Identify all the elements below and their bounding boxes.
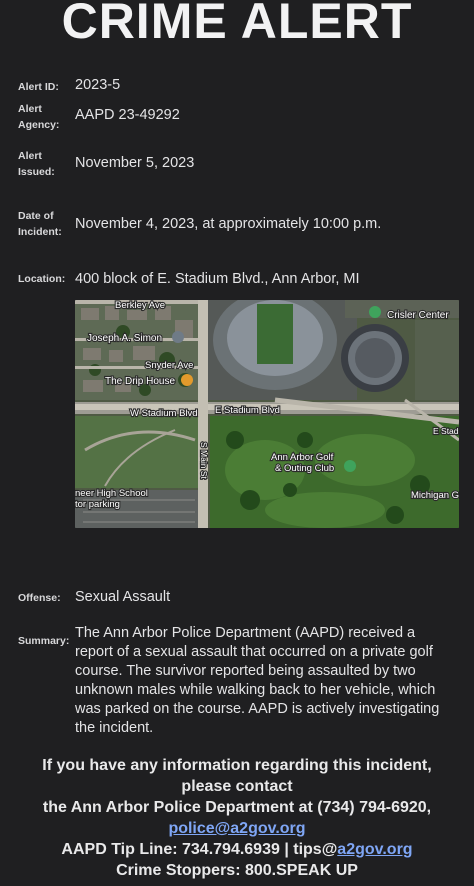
tip-line-text: AAPD Tip Line: 734.794.6939 | tips@ (61, 841, 338, 858)
map-label-michigan: Michigan G (411, 490, 459, 501)
footer-line-3: the Ann Arbor Police Department at (734)… (42, 799, 432, 816)
map-label-w-stadium: W Stadium Blvd (130, 408, 198, 419)
tip-line: AAPD Tip Line: 734.794.6939 | tips@a2gov… (0, 839, 474, 860)
map-label-golf-2: & Outing Club (275, 463, 334, 474)
summary-line-2: report of a sexual assault that occurred… (75, 644, 433, 660)
location-map[interactable]: Berkley Ave Joseph A. Simon Snyder Ave T… (75, 300, 459, 528)
incident-label-line1: Date of (18, 210, 54, 222)
map-label-pioneer-2: tor parking (75, 499, 120, 510)
issued-label-line1: Alert (18, 150, 42, 162)
summary-line-4: unknown males while walking back to her … (75, 682, 436, 698)
offense-value: Sexual Assault (75, 589, 171, 605)
incident-value: November 4, 2023, at approximately 10:00… (75, 216, 382, 232)
agency-value: AAPD 23-49292 (75, 107, 180, 123)
incident-label: Date of Incident: (18, 208, 74, 240)
map-label-e-stadium: E Stadium Blvd (215, 405, 280, 416)
map-label-golf-1: Ann Arbor Golf (271, 452, 334, 463)
map-label-drip: The Drip House (105, 376, 175, 387)
map-label-simon: Joseph A. Simon (87, 333, 162, 344)
satellite-map-image: Berkley Ave Joseph A. Simon Snyder Ave T… (75, 300, 459, 528)
footer-line-2: please contact (181, 778, 293, 795)
map-label-snyder: Snyder Ave (145, 360, 193, 371)
summary-text: The Ann Arbor Police Department (AAPD) r… (75, 624, 456, 738)
offense-label: Offense: (18, 592, 61, 604)
map-label-e-stad-right: E Stad (433, 426, 459, 436)
summary-label: Summary: (18, 635, 70, 647)
issued-label: Alert Issued: (18, 148, 74, 180)
map-pin-cafe-icon (181, 374, 193, 386)
summary-line-1: The Ann Arbor Police Department (AAPD) r… (75, 625, 416, 641)
incident-label-line2: Incident: (18, 226, 62, 238)
alert-title: CRIME ALERT (61, 0, 413, 49)
summary-line-5: was parked on the course. AAPD is active… (75, 701, 440, 717)
contact-footer: If you have any information regarding th… (0, 755, 474, 881)
issued-value: November 5, 2023 (75, 155, 195, 171)
tips-email-link[interactable]: a2gov.org (337, 841, 412, 858)
map-label-crisler: Crisler Center (387, 310, 449, 321)
location-label: Location: (18, 273, 66, 285)
agency-label-line2: Agency: (18, 119, 60, 131)
map-pin-golf-icon (344, 460, 356, 472)
issued-label-line2: Issued: (18, 166, 55, 178)
location-value: 400 block of E. Stadium Blvd., Ann Arbor… (75, 271, 360, 287)
map-label-main-st: S Main St (199, 442, 209, 479)
map-label-pioneer-1: neer High School (75, 488, 148, 499)
map-label-berkley: Berkley Ave (115, 300, 165, 311)
crime-stoppers: Crime Stoppers: 800.SPEAK UP (116, 862, 358, 879)
agency-label-line1: Alert (18, 103, 42, 115)
alert-id-value: 2023-5 (75, 77, 121, 93)
map-pin-arena-icon (369, 306, 381, 318)
map-pin-school-icon (172, 331, 184, 343)
summary-line-3: course. The survivor reported being assa… (75, 663, 416, 679)
alert-id-label: Alert ID: (18, 81, 59, 93)
agency-label: Alert Agency: (18, 101, 74, 133)
police-email-link[interactable]: police@a2gov.org (168, 820, 305, 837)
summary-line-6: the incident. (75, 720, 154, 736)
footer-line-1: If you have any information regarding th… (42, 757, 432, 774)
